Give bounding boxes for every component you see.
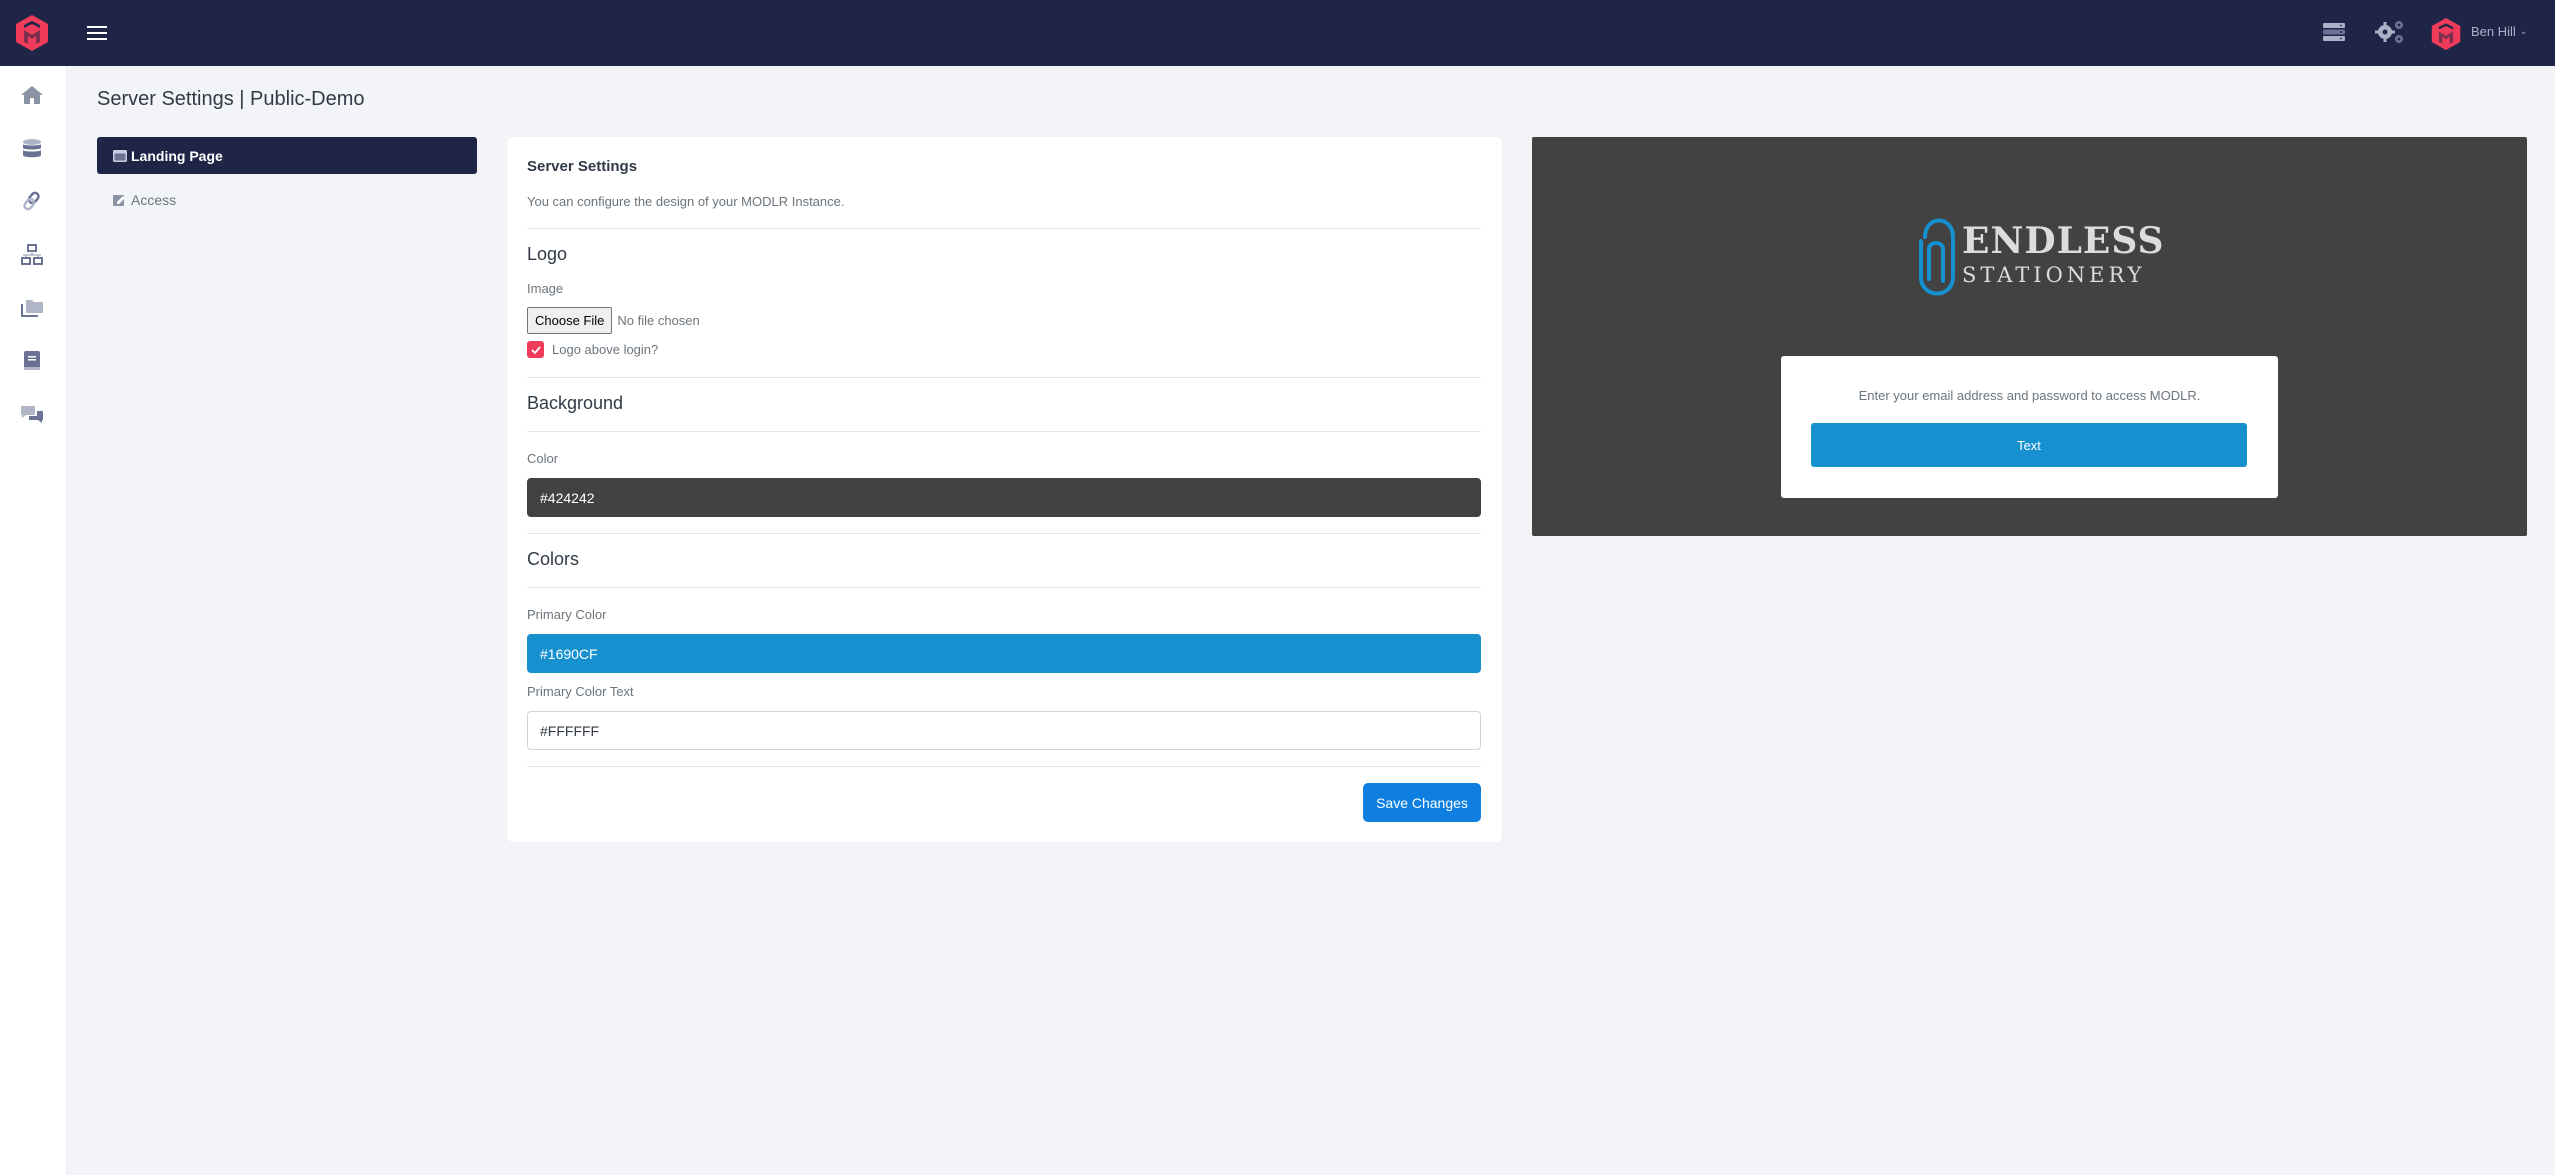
logo-file-input: Choose File No file chosen <box>527 307 700 334</box>
logo-section-title: Logo <box>527 244 568 264</box>
menu-item-label: Access <box>131 191 177 208</box>
card-title: Server Settings <box>527 158 638 175</box>
card-description: You can configure the design of your MOD… <box>527 194 845 209</box>
top-navbar: Ben Hill ⌄ <box>0 0 2555 66</box>
logo-line1: ENDLESS <box>1962 220 2165 262</box>
server-icon[interactable] <box>2322 22 2346 42</box>
book-icon[interactable] <box>20 350 44 372</box>
image-label: Image <box>527 281 564 296</box>
window-icon <box>113 149 127 162</box>
save-changes-button[interactable]: Save Changes <box>1363 783 1481 822</box>
menu-item-landing-page[interactable]: Landing Page <box>97 137 477 174</box>
logo-above-login-label: Logo above login? <box>552 342 659 357</box>
logo-line2: STATIONERY <box>1962 263 2146 287</box>
divider <box>527 587 1481 588</box>
primary-color-text-value: #FFFFFF <box>540 722 600 739</box>
user-avatar-icon[interactable] <box>2430 17 2462 51</box>
settings-menu: Landing Page Access <box>97 137 477 218</box>
modlr-logo-icon[interactable] <box>14 14 50 52</box>
home-icon[interactable] <box>20 84 44 106</box>
menu-item-label: Landing Page <box>131 147 223 164</box>
divider <box>527 533 1481 534</box>
logo-above-login-checkbox[interactable] <box>527 341 544 358</box>
primary-color-text-label: Primary Color Text <box>527 684 634 699</box>
user-menu[interactable]: Ben Hill ⌄ <box>2471 24 2527 39</box>
hamburger-menu-icon[interactable] <box>87 26 107 40</box>
primary-color-label: Primary Color <box>527 607 607 622</box>
landing-page-preview: ENDLESS STATIONERY Enter your email addr… <box>1532 137 2527 536</box>
preview-login-button[interactable]: Text <box>1811 423 2247 467</box>
login-card-preview: Enter your email address and password to… <box>1781 356 2278 498</box>
no-file-text: No file chosen <box>617 313 700 328</box>
colors-section-title: Colors <box>527 549 580 569</box>
primary-color-value: #1690CF <box>540 645 598 662</box>
divider <box>527 228 1481 229</box>
folders-icon[interactable] <box>20 297 44 319</box>
login-instructions: Enter your email address and password to… <box>1858 388 2201 403</box>
gears-icon[interactable] <box>2375 19 2405 45</box>
paperclip-icon <box>1919 218 1955 296</box>
background-color-input[interactable]: #424242 <box>527 478 1481 517</box>
left-sidebar <box>0 66 67 1175</box>
user-name: Ben Hill <box>2471 24 2516 39</box>
primary-color-text-input[interactable]: #FFFFFF <box>527 711 1481 750</box>
edit-square-icon <box>113 194 125 206</box>
chevron-down-icon: ⌄ <box>2519 26 2528 36</box>
divider <box>527 766 1481 767</box>
database-icon[interactable] <box>20 138 44 160</box>
background-color-value: #424242 <box>540 489 595 506</box>
choose-file-button[interactable]: Choose File <box>527 307 613 334</box>
menu-item-access[interactable]: Access <box>97 181 477 218</box>
logo-above-login-checkbox-row[interactable]: Logo above login? <box>527 341 658 358</box>
comments-icon[interactable] <box>20 404 44 426</box>
divider <box>527 377 1481 378</box>
checkmark-icon <box>530 345 541 354</box>
divider <box>527 431 1481 432</box>
primary-color-input[interactable]: #1690CF <box>527 634 1481 673</box>
server-settings-card: Server Settings You can configure the de… <box>507 137 1502 842</box>
page-title: Server Settings | Public-Demo <box>97 88 365 110</box>
company-logo: ENDLESS STATIONERY <box>1919 218 2165 296</box>
background-color-label: Color <box>527 451 559 466</box>
background-section-title: Background <box>527 393 624 413</box>
sitemap-icon[interactable] <box>20 244 44 266</box>
link-icon[interactable] <box>20 190 44 212</box>
